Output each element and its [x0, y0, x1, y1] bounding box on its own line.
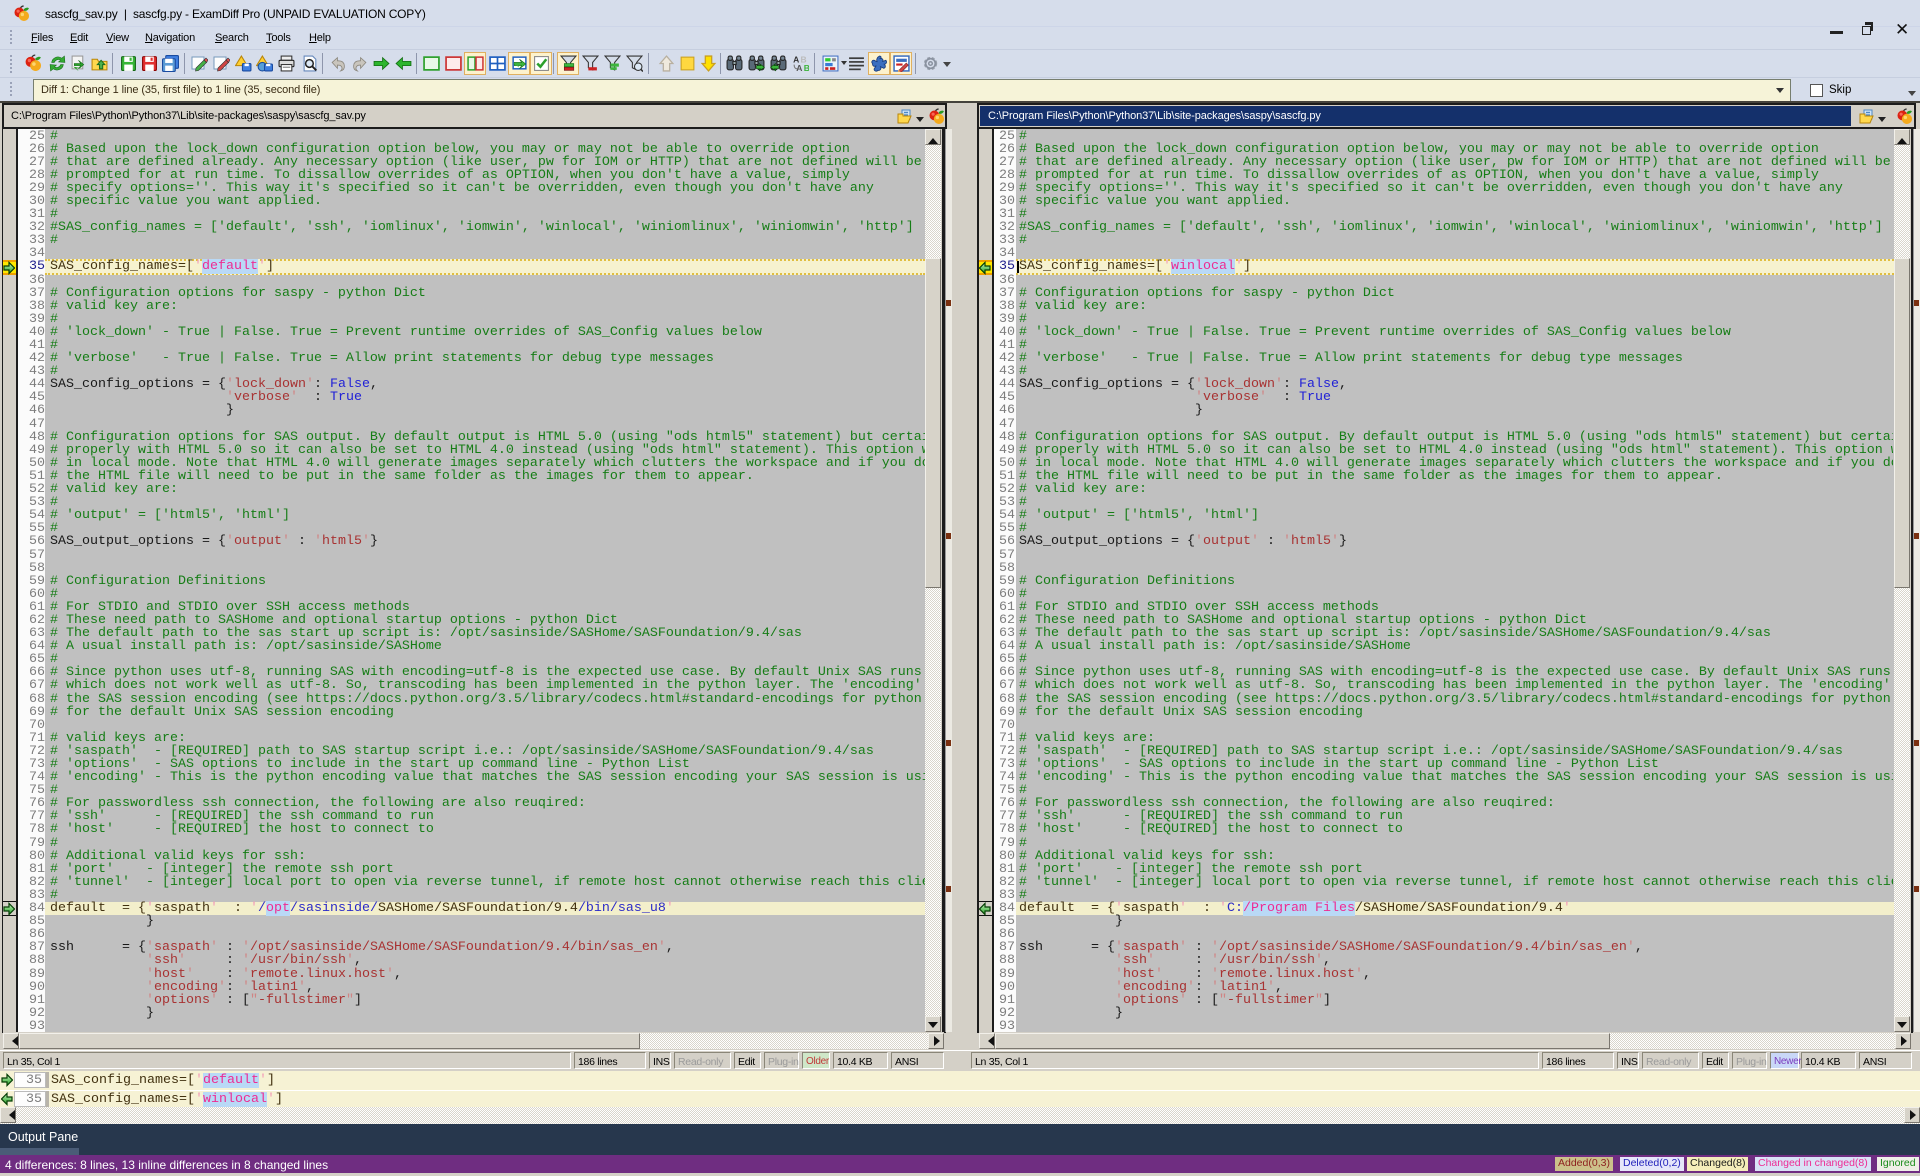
svg-text:B: B	[804, 63, 809, 72]
svg-text:A: A	[796, 63, 802, 72]
